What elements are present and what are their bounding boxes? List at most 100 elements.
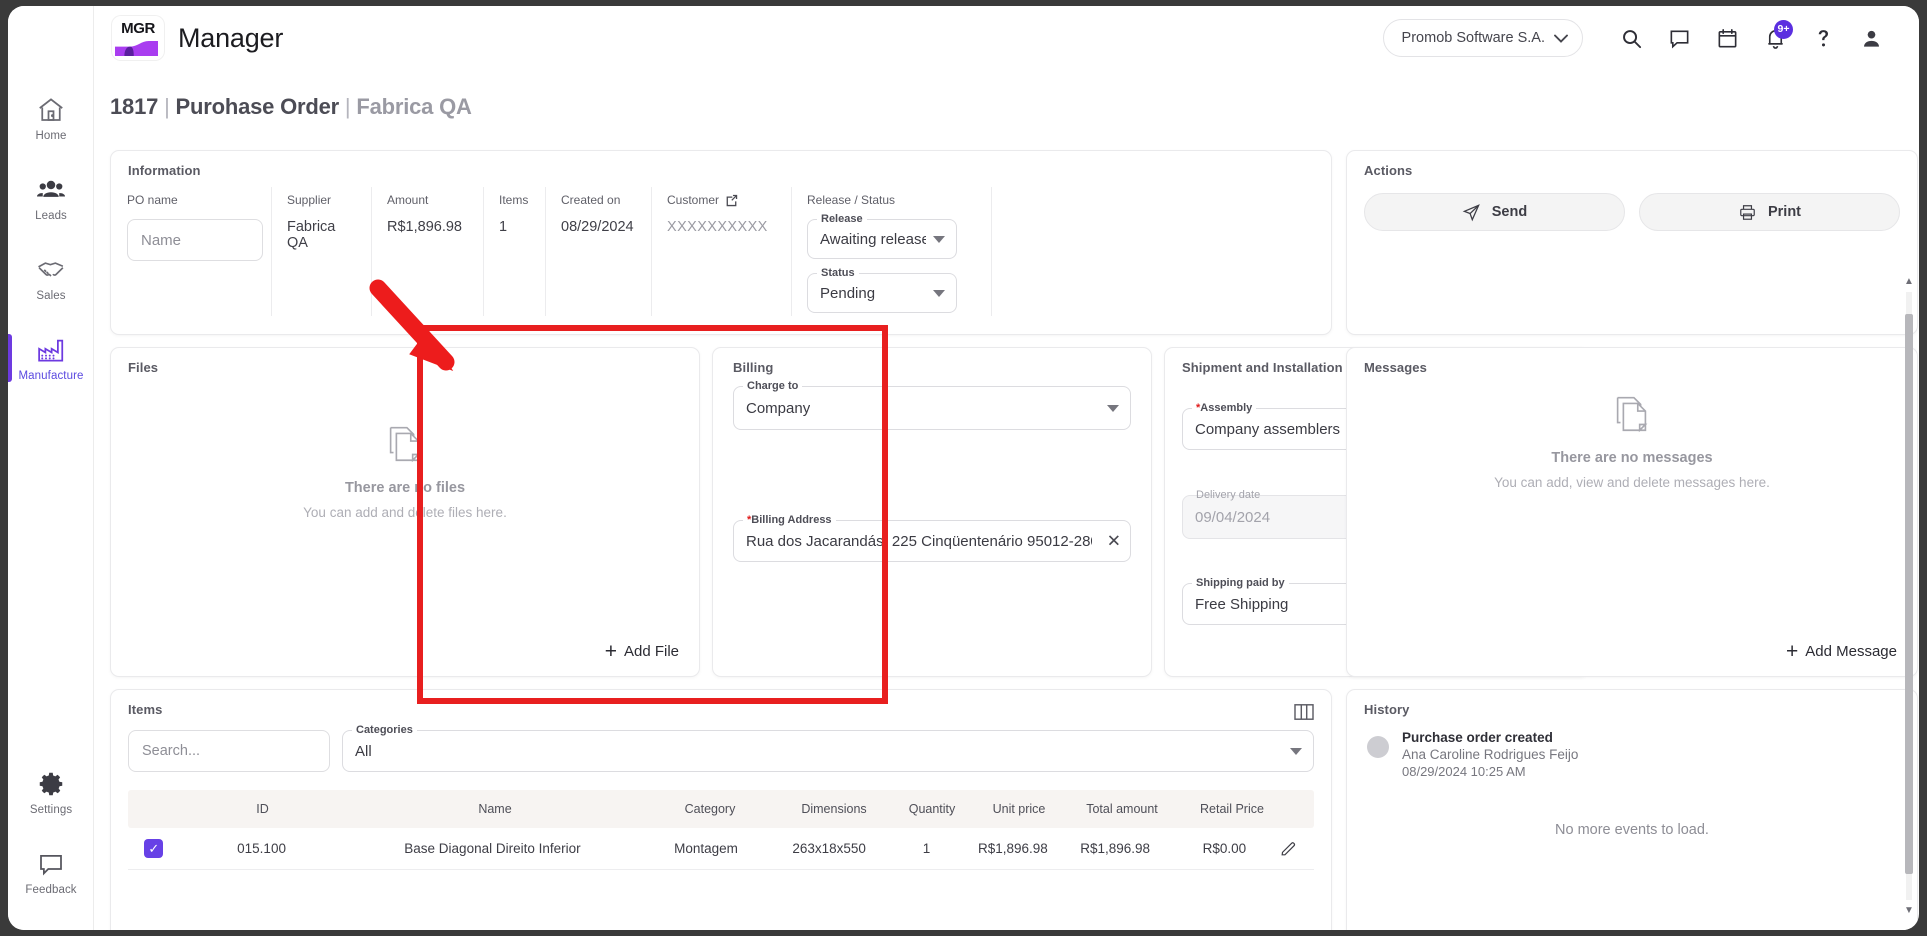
cell-actions [1279, 839, 1314, 858]
header-id: ID [256, 802, 269, 816]
info-col-amount: Amount R$1,896.98 [371, 185, 483, 326]
handshake-icon [36, 255, 66, 285]
history-card: History Purchase order created Ana Carol… [1346, 689, 1918, 930]
release-value: Awaiting release [820, 230, 926, 248]
row-checkbox[interactable]: ✓ [144, 839, 164, 858]
people-icon [36, 175, 66, 205]
document-stack-icon [1609, 390, 1655, 441]
categories-select[interactable]: Categories All [342, 724, 1314, 772]
categories-label: Categories [352, 724, 417, 736]
items-title: Items [128, 702, 163, 717]
order-number: 1817 [110, 94, 159, 119]
table-row[interactable]: ✓ 015.100 Base Diagonal Direito Inferior… [128, 828, 1314, 870]
files-empty-title: There are no files [344, 480, 466, 496]
billing-address-label-text: Billing Address [751, 514, 832, 526]
feedback-icon [36, 849, 66, 879]
external-link-icon[interactable] [725, 194, 738, 207]
add-file-button[interactable]: + Add File [605, 641, 679, 662]
actions-buttons: Send Print [1364, 193, 1900, 231]
help-icon[interactable] [1801, 16, 1845, 60]
page-scrollbar[interactable]: ▲ ▼ [1903, 274, 1915, 918]
items-filters: Categories All [128, 724, 1314, 772]
logo-text: MGR [121, 20, 155, 37]
sidebar-item-manufacture[interactable]: Manufacture [8, 318, 94, 398]
status-select[interactable]: Status Pending [807, 267, 957, 313]
notification-badge: 9+ [1774, 20, 1793, 39]
print-button[interactable]: Print [1639, 193, 1900, 231]
messages-empty-sub: You can add, view and delete messages he… [1494, 475, 1770, 490]
amount-label: Amount [387, 193, 429, 207]
gear-icon [36, 769, 66, 799]
info-col-supplier: Supplier Fabrica QA [271, 185, 371, 326]
chevron-down-icon [1290, 748, 1302, 755]
search-icon[interactable] [1609, 16, 1653, 60]
app-logo: MGR [112, 16, 164, 60]
plus-icon: + [1786, 640, 1799, 663]
release-select[interactable]: Release Awaiting release [807, 213, 957, 259]
header-unit-price: Unit price [992, 802, 1046, 816]
po-name-label: PO name [127, 193, 178, 207]
sidebar-item-sales[interactable]: Sales [8, 238, 94, 318]
charge-to-select[interactable]: Charge to Company [733, 380, 1131, 430]
avatar [1367, 736, 1389, 758]
sidebar-item-feedback[interactable]: Feedback [8, 832, 94, 912]
screen: Home Leads Sales Manufacture Settings Fe… [0, 0, 1927, 936]
delivery-date-value: 09/04/2024 [1195, 508, 1271, 526]
po-name-input[interactable] [127, 219, 263, 261]
cell-total-amount: R$1,896.98 [1080, 841, 1151, 856]
chevron-down-icon [1554, 34, 1568, 43]
scroll-down-icon[interactable]: ▼ [1903, 905, 1915, 916]
charge-to-label: Charge to [743, 380, 803, 392]
pencil-icon[interactable] [1279, 839, 1298, 858]
billing-address-field[interactable]: *Billing Address Rua dos Jacarandás, 225… [733, 514, 1131, 562]
scrollbar-thumb[interactable] [1905, 314, 1913, 874]
factory-icon [36, 335, 66, 365]
scroll-up-icon[interactable]: ▲ [1903, 276, 1915, 287]
header-name: Name [478, 802, 512, 816]
info-col-customer: Customer XXXXXXXXXX [651, 185, 791, 326]
send-icon [1462, 203, 1480, 221]
shipping-paid-by-value: Free Shipping [1195, 595, 1289, 613]
release-label: Release [817, 213, 867, 225]
sidebar-item-leads[interactable]: Leads [8, 158, 94, 238]
billing-card: Billing Charge to Company *Billing Addre… [712, 347, 1152, 677]
customer-label: Customer [667, 193, 720, 207]
table-header-row: ID Name Category Dimensions Quantity Uni… [128, 790, 1314, 828]
title-separator-2: | [344, 94, 351, 119]
cell-quantity: 1 [922, 841, 931, 856]
calendar-icon[interactable] [1705, 16, 1749, 60]
files-empty-state: There are no files You can add and delet… [111, 420, 699, 520]
history-event: Purchase order created Ana Caroline Rodr… [1367, 730, 1578, 779]
sidebar-item-home[interactable]: Home [8, 78, 94, 158]
items-table: ID Name Category Dimensions Quantity Uni… [128, 790, 1314, 870]
add-message-button[interactable]: + Add Message [1786, 641, 1897, 662]
clear-icon[interactable]: ✕ [1107, 533, 1121, 550]
charge-to-value: Company [746, 399, 811, 417]
created-on-label: Created on [561, 193, 621, 207]
billing-address-value: Rua dos Jacarandás, 225 Cinqüentenário 9… [746, 532, 1092, 550]
information-title: Information [128, 163, 201, 178]
send-button[interactable]: Send [1364, 193, 1625, 231]
search-input[interactable] [128, 730, 330, 772]
send-button-label: Send [1491, 204, 1528, 220]
user-avatar-icon[interactable] [1849, 16, 1893, 60]
header-quantity: Quantity [908, 802, 956, 816]
order-type: Purohase Order [175, 94, 340, 119]
files-empty-sub: You can add and delete files here. [303, 505, 507, 520]
header-retail-price: Retail Price [1200, 802, 1264, 816]
items-card: Items Categories All ID Name [110, 689, 1332, 930]
organization-selector[interactable]: Promob Software S.A. [1382, 19, 1583, 57]
bell-icon[interactable]: 9+ [1753, 16, 1797, 60]
shipment-title: Shipment and Installation [1182, 360, 1343, 375]
sidebar-item-label: Feedback [25, 883, 77, 896]
cell-retail-price: R$0.00 [1202, 841, 1247, 856]
history-event-title: Purchase order created [1402, 730, 1553, 745]
actions-card: Actions Send Print [1346, 150, 1918, 335]
release-status-label: Release / Status [807, 193, 896, 207]
shipping-paid-by-label: Shipping paid by [1192, 577, 1289, 589]
columns-toggle-icon[interactable] [1293, 703, 1315, 726]
app-window: Home Leads Sales Manufacture Settings Fe… [8, 6, 1919, 930]
sidebar-item-settings[interactable]: Settings [8, 752, 94, 832]
assembly-value: Company assemblers [1195, 420, 1341, 438]
chat-icon[interactable] [1657, 16, 1701, 60]
